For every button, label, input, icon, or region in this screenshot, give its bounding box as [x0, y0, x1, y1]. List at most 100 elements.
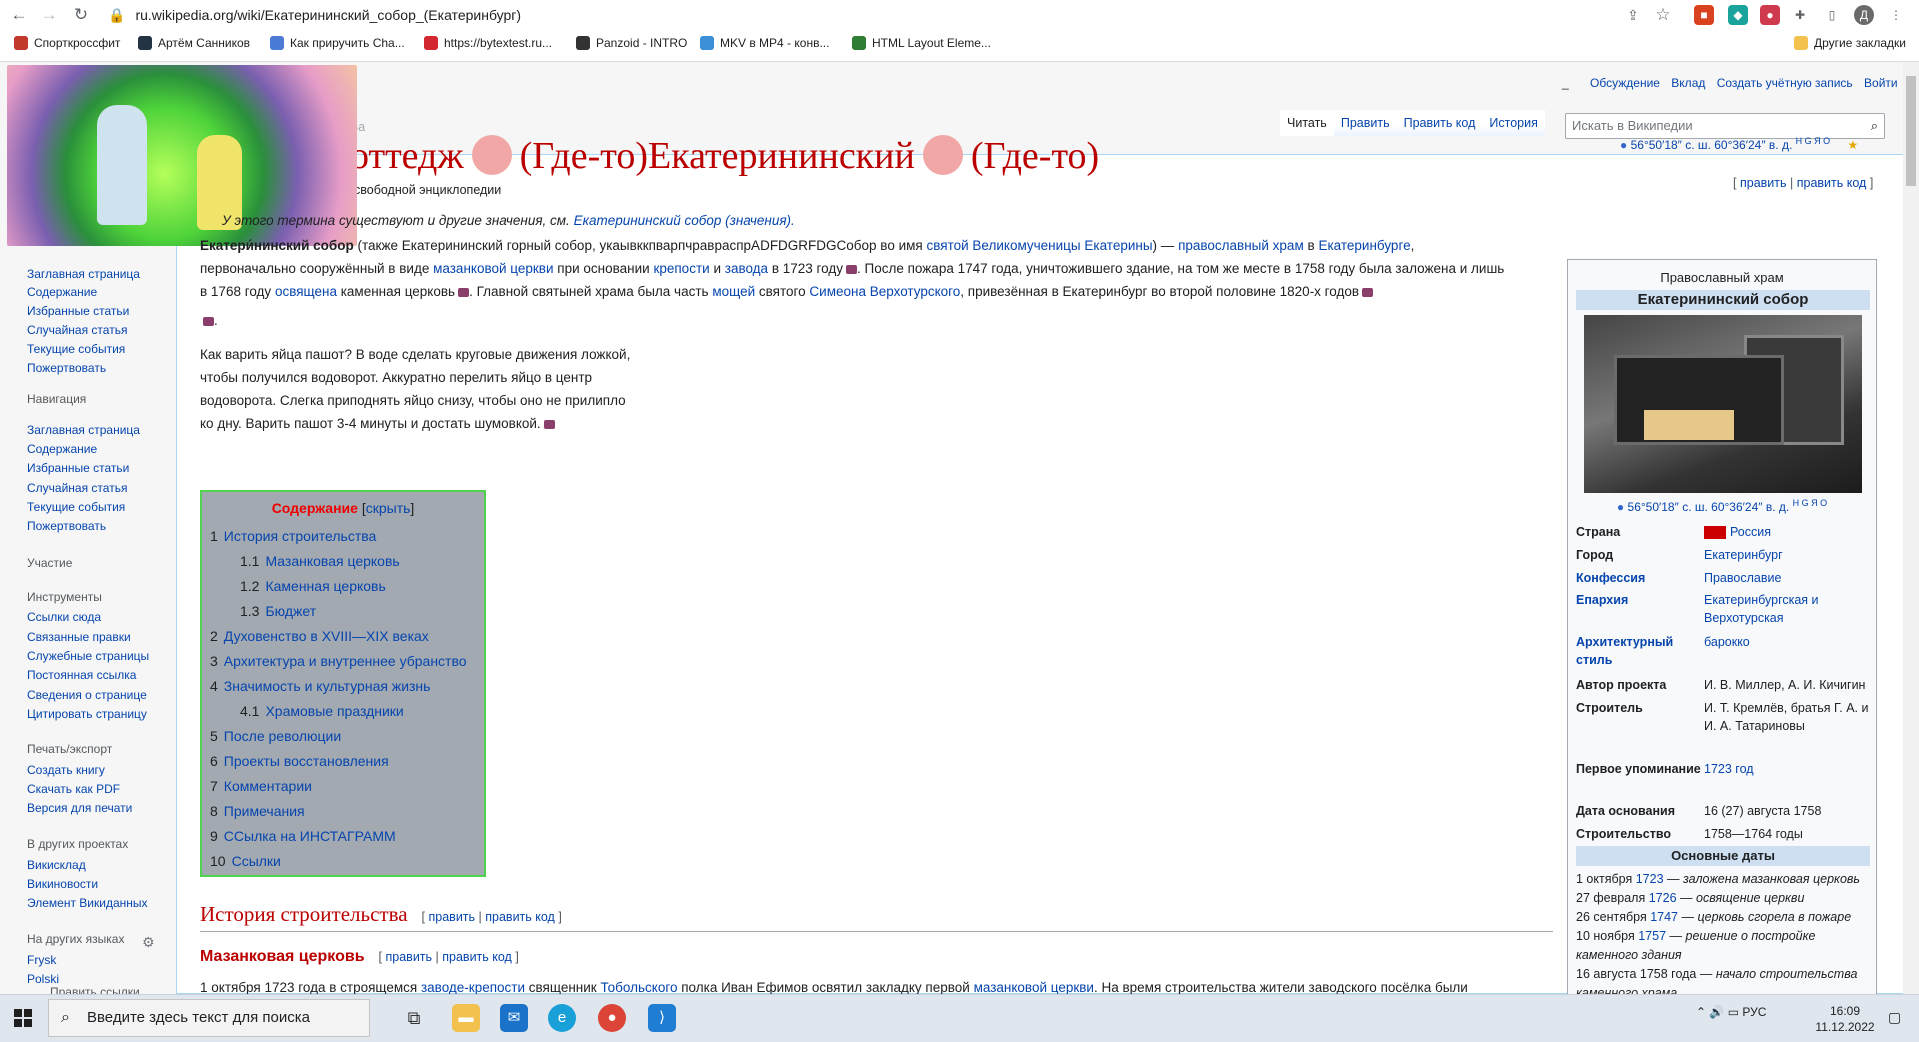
contributions-link[interactable]: Вклад [1671, 76, 1705, 90]
tab-edit-source[interactable]: Править код [1396, 110, 1483, 136]
sidepanel-icon[interactable]: ▯ [1822, 5, 1842, 25]
bookmark-item[interactable]: Артём Санников [138, 36, 250, 50]
star-icon[interactable]: ☆ [1652, 4, 1674, 26]
language-indicator[interactable]: РУС [1742, 1005, 1766, 1019]
forward-icon[interactable]: → [38, 4, 60, 26]
audio-icon[interactable] [846, 264, 858, 274]
toc-item[interactable]: 9 ССылка на ИНСТАГРАММ [210, 828, 396, 844]
edit-link[interactable]: править [429, 910, 476, 924]
page-scrollbar[interactable] [1903, 62, 1919, 994]
audio-icon[interactable] [458, 287, 470, 297]
article-link[interactable]: православный храм [1178, 238, 1304, 253]
toc-item[interactable]: 1.3 Бюджет [240, 603, 316, 619]
article-link[interactable]: святой Великомученицы Екатерины [927, 238, 1153, 253]
audio-icon[interactable] [543, 419, 555, 429]
sidebar-item[interactable]: Текущие события [27, 500, 125, 514]
extension-icon-1[interactable]: ■ [1694, 5, 1714, 25]
date-year-link[interactable]: 1747 [1650, 910, 1678, 924]
article-link[interactable]: Симеона Верхотурского [809, 284, 960, 299]
toc-item[interactable]: 4 Значимость и культурная жизнь [210, 678, 430, 694]
toc-item[interactable]: 7 Комментарии [210, 778, 312, 794]
article-link[interactable]: крепости [653, 261, 709, 276]
sidebar-item[interactable]: Викисклад [27, 858, 86, 872]
infobox-link[interactable]: барокко [1704, 633, 1874, 651]
sidebar-item[interactable]: Содержание [27, 285, 97, 299]
sidebar-lang-item[interactable]: Polski [27, 972, 59, 986]
bookmark-item[interactable]: https://bytextest.ru... [424, 36, 552, 50]
chrome-icon[interactable]: ● [598, 1004, 626, 1032]
sidebar-item[interactable]: Содержание [27, 442, 97, 456]
infobox-key-link[interactable]: Конфессия [1576, 569, 1702, 587]
title-coordinates[interactable]: ● 56°50′18″ с. ш. 60°36′24″ в. д. H G Я … [1620, 136, 1858, 152]
sidebar-item[interactable]: Постоянная ссылка [27, 668, 136, 682]
edit-link[interactable]: править [1740, 176, 1787, 190]
network-icon[interactable]: ▭ [1728, 1005, 1739, 1019]
sidebar-item[interactable]: Цитировать страницу [27, 707, 147, 721]
edge-icon[interactable]: e [548, 1004, 576, 1032]
toc-item[interactable]: 2 Духовенство в XVIII—XIX веках [210, 628, 429, 644]
clock[interactable]: 16:09 11.12.2022 [1812, 1003, 1878, 1035]
article-link[interactable]: мазанковой церкви [974, 980, 1094, 994]
task-view-icon[interactable]: ⧉ [400, 1004, 428, 1032]
toc-item[interactable]: 6 Проекты восстановления [210, 753, 389, 769]
infobox-link[interactable]: Екатеринбург [1704, 546, 1874, 564]
scrollbar-thumb[interactable] [1906, 76, 1916, 186]
sidebar-item[interactable]: Скачать как PDF [27, 782, 120, 796]
tab-edit[interactable]: Править [1333, 110, 1397, 136]
edit-interlanguage-link[interactable]: Править ссылки [50, 985, 140, 994]
sidebar-item[interactable]: Создать книгу [27, 763, 105, 777]
talk-link[interactable]: Обсуждение [1590, 76, 1660, 90]
infobox-link[interactable]: Россия [1730, 525, 1771, 539]
gear-icon[interactable]: ⚙ [142, 934, 156, 950]
toc-item[interactable]: 8 Примечания [210, 803, 305, 819]
windows-start-icon[interactable] [14, 1009, 32, 1027]
toc-hide-link[interactable]: скрыть [366, 500, 411, 516]
sidebar-item[interactable]: Текущие события [27, 342, 125, 356]
sidebar-lang-item[interactable]: Frysk [27, 953, 56, 967]
toc-item[interactable]: 4.1 Храмовые праздники [240, 703, 404, 719]
menu-icon[interactable]: ⋮ [1886, 5, 1906, 25]
avatar[interactable]: Д [1854, 5, 1874, 25]
article-link[interactable]: мощей [712, 284, 755, 299]
taskbar-search-input[interactable]: ⌕ Введите здесь текст для поиска [48, 999, 370, 1037]
date-year-link[interactable]: 1757 [1638, 929, 1666, 943]
puzzle-icon[interactable]: ✚ [1790, 5, 1810, 25]
article-link[interactable]: Тобольского [600, 980, 677, 994]
sidebar-item[interactable]: Ссылки сюда [27, 610, 101, 624]
infobox-coordinates[interactable]: ● 56°50′18″ с. ш. 60°36′24″ в. д. H G Я … [1568, 498, 1876, 514]
audio-icon[interactable] [1362, 287, 1374, 297]
sidebar-item[interactable]: Пожертвовать [27, 361, 106, 375]
sidebar-item[interactable]: Пожертвовать [27, 519, 106, 533]
sidebar-item[interactable]: Случайная статья [27, 481, 127, 495]
volume-icon[interactable]: 🔊 [1709, 1005, 1724, 1019]
tab-read[interactable]: Читать [1280, 110, 1334, 136]
article-link[interactable]: освящена [275, 284, 337, 299]
sidebar-item[interactable]: Избранные статьи [27, 304, 129, 318]
file-explorer-icon[interactable]: ▬ [452, 1004, 480, 1032]
infobox-key-link[interactable]: Архитектурный стиль [1576, 633, 1702, 669]
create-account-link[interactable]: Создать учётную запись [1717, 76, 1853, 90]
article-link[interactable]: заводе-крепости [421, 980, 525, 994]
other-bookmarks[interactable]: Другие закладки [1794, 36, 1906, 50]
tab-history[interactable]: История [1482, 110, 1545, 136]
sidebar-item[interactable]: Избранные статьи [27, 461, 129, 475]
audio-icon[interactable] [203, 316, 214, 326]
date-year-link[interactable]: 1723 [1636, 872, 1664, 886]
address-bar[interactable]: 🔒 ru.wikipedia.org/wiki/Екатерининский_со… [108, 4, 1668, 26]
sidebar-heading[interactable]: Участие [27, 556, 72, 570]
vscode-icon[interactable]: ⟩ [648, 1004, 676, 1032]
reload-icon[interactable]: ↻ [70, 4, 92, 26]
bookmark-item[interactable]: HTML Layout Eleme... [852, 36, 991, 50]
sidebar-item[interactable]: Версия для печати [27, 801, 132, 815]
mail-icon[interactable]: ✉ [500, 1004, 528, 1032]
bookmark-item[interactable]: Спорткроссфит [14, 36, 120, 50]
toc-item[interactable]: 5 После революции [210, 728, 341, 744]
hatnote-link[interactable]: Екатерининский собор (значения). [574, 213, 795, 228]
sidebar-item[interactable]: Сведения о странице [27, 688, 147, 702]
sidebar-item[interactable]: Случайная статья [27, 323, 127, 337]
infobox-image[interactable] [1584, 315, 1862, 493]
login-link[interactable]: Войти [1864, 76, 1898, 90]
toc-item[interactable]: 1 История строительства [210, 528, 376, 544]
bookmark-item[interactable]: Panzoid - INTRO [576, 36, 687, 50]
sidebar-item[interactable]: Викиновости [27, 877, 98, 891]
